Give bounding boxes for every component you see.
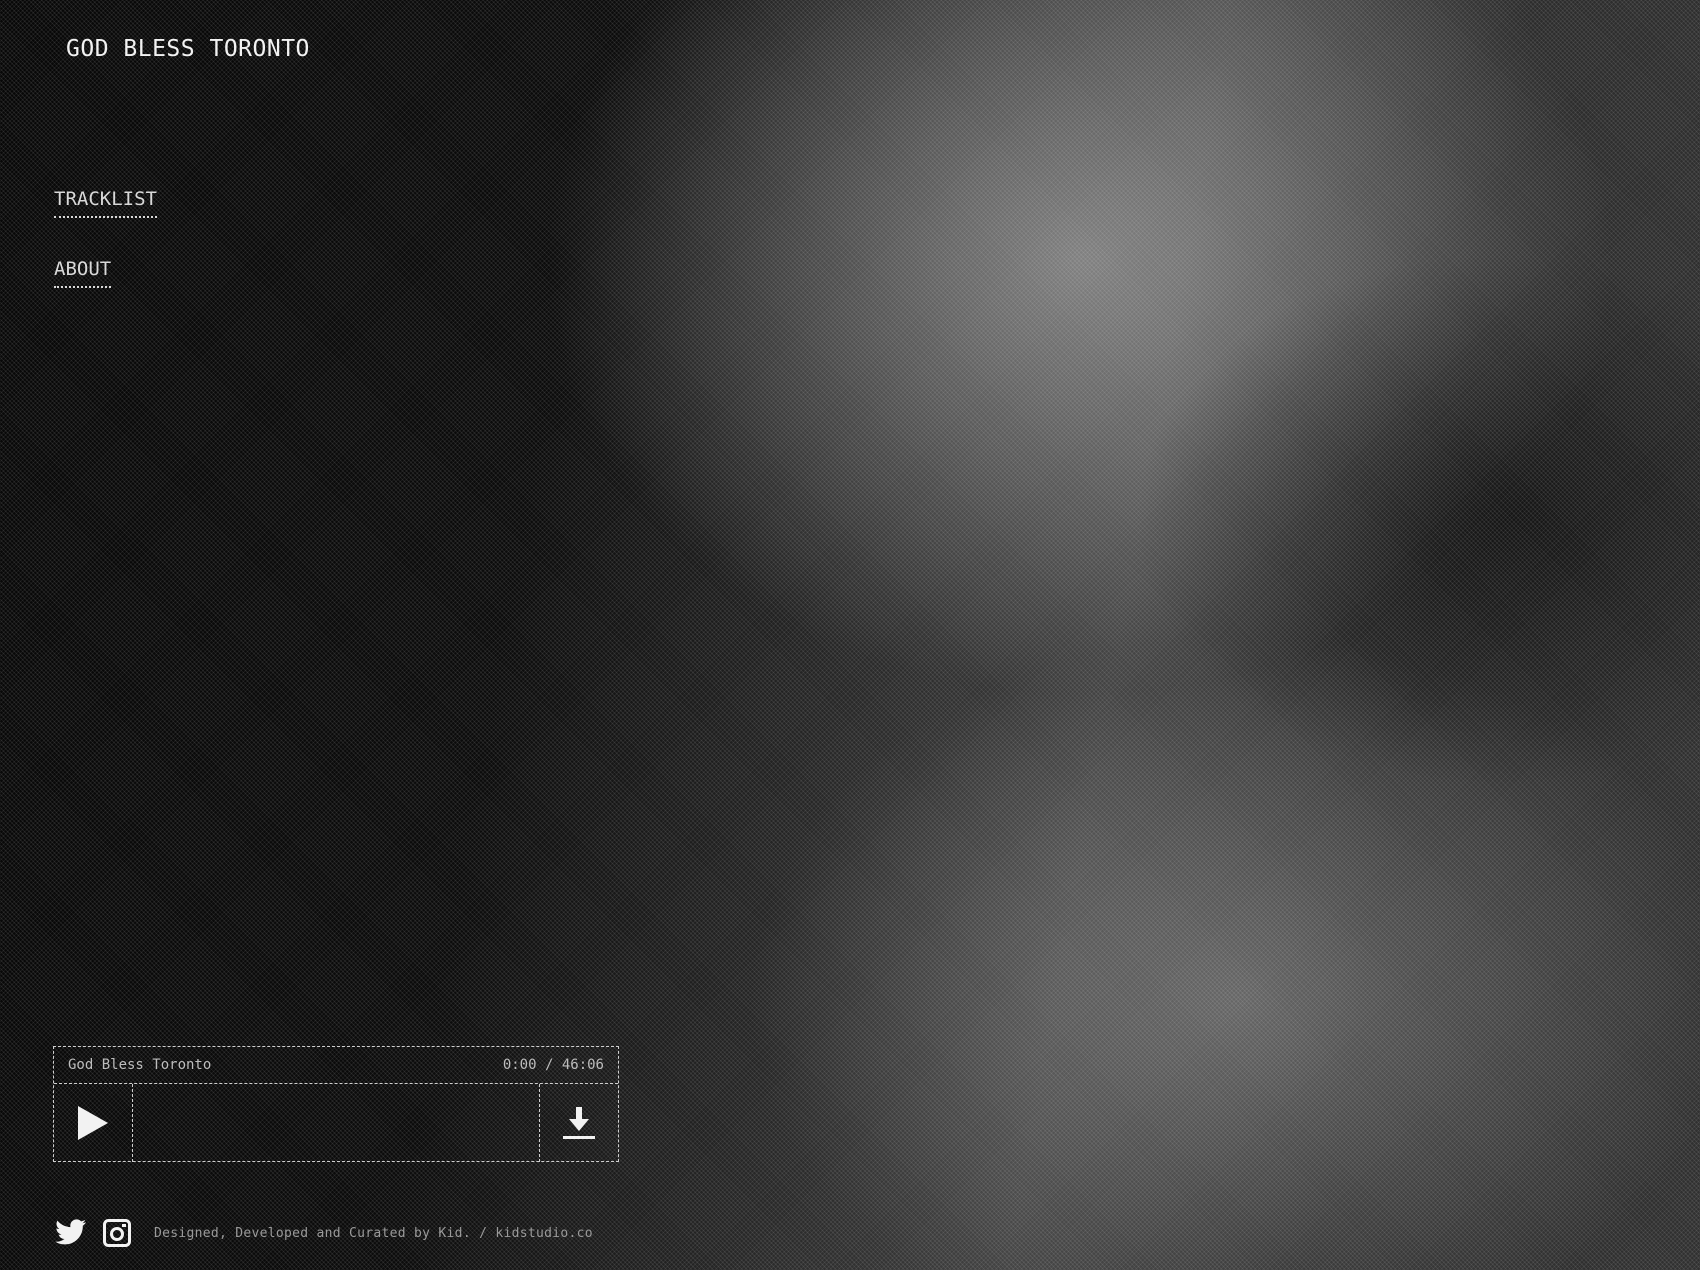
site-logo[interactable]: GOD BLESS TORONTO [66,36,310,62]
instagram-link[interactable] [100,1218,134,1248]
progress-bar[interactable] [133,1084,539,1162]
instagram-icon [103,1219,131,1247]
twitter-link[interactable] [54,1218,88,1248]
twitter-icon [55,1219,86,1245]
audio-player: God Bless Toronto 0:00 / 46:06 [53,1046,619,1162]
nav-item-tracklist[interactable]: TRACKLIST [54,188,157,218]
play-icon [78,1106,108,1140]
time-current: 0:00 [502,1057,537,1073]
player-controls [54,1084,618,1162]
time-separator: / [544,1057,554,1073]
footer-credit[interactable]: Designed, Developed and Curated by Kid. … [154,1226,593,1241]
nav-item-about[interactable]: ABOUT [54,258,112,288]
play-button[interactable] [54,1084,133,1162]
player-header: God Bless Toronto 0:00 / 46:06 [54,1047,618,1084]
time-total: 46:06 [561,1057,604,1073]
download-icon [563,1107,595,1139]
footer: Designed, Developed and Curated by Kid. … [54,1218,593,1248]
track-title: God Bless Toronto [68,1057,212,1073]
track-time: 0:00 / 46:06 [503,1057,604,1073]
download-button[interactable] [539,1084,618,1162]
main-nav: TRACKLIST ABOUT [54,188,157,328]
